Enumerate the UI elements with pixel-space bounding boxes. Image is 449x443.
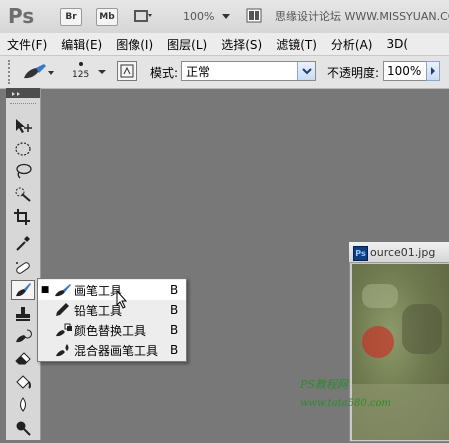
options-grip[interactable] [8, 60, 15, 84]
menu-bar: 文件(F) 编辑(E) 图像(I) 图层(L) 选择(S) 滤镜(T) 分析(A… [0, 33, 449, 56]
menu-file[interactable]: 文件(F) [0, 36, 54, 53]
opacity-slider-arrow-icon[interactable] [426, 61, 440, 81]
brush-panel-toggle-icon[interactable] [117, 61, 137, 81]
menu-filter[interactable]: 滤镜(T) [269, 36, 324, 53]
menu-analysis[interactable]: 分析(A) [324, 36, 380, 53]
flyout-label-mixer-brush: 混合器画笔工具 [74, 343, 159, 358]
mouse-cursor-icon [116, 289, 130, 310]
flyout-item-mixer-brush[interactable]: 混合器画笔工具 B [38, 340, 186, 360]
flyout-item-color-replacement[interactable]: 颜色替换工具 B [38, 320, 186, 340]
brush-icon [52, 282, 74, 298]
history-brush-tool-icon[interactable] [11, 326, 35, 346]
move-tool-icon[interactable] [11, 116, 35, 136]
zoom-dropdown-icon[interactable] [222, 14, 230, 19]
mode-label: 模式: [150, 66, 179, 80]
color-replacement-icon [52, 322, 74, 338]
opacity-input[interactable]: 100% [383, 61, 427, 81]
ellipse-marquee-tool-icon[interactable] [11, 139, 35, 159]
brush-size-label: 125 [72, 70, 90, 80]
tool-preset-picker[interactable] [20, 62, 56, 82]
crop-tool-icon[interactable] [11, 207, 35, 227]
mixer-brush-icon [52, 342, 74, 358]
lasso-tool-icon[interactable] [11, 161, 35, 181]
site-watermark-top: 思缘设计论坛 WWW.MISSYUAN.COM [275, 10, 449, 23]
flyout-shortcut-mixer-brush: B [170, 343, 179, 357]
brush-dropdown-icon[interactable] [98, 70, 106, 74]
dodge-tool-icon[interactable] [11, 417, 35, 437]
eraser-tool-icon[interactable] [11, 348, 35, 368]
site-watermark-url: www.tata580.com [300, 398, 392, 409]
mini-bridge-button[interactable]: Mb [96, 8, 118, 26]
zoom-level[interactable]: 100% [183, 10, 214, 23]
mode-select[interactable]: 正常 [181, 61, 316, 81]
view-extras-icon[interactable] [133, 8, 153, 24]
menu-edit[interactable]: 编辑(E) [54, 36, 109, 53]
bridge-button[interactable]: Br [60, 8, 82, 26]
brush-tools-flyout: ■ 画笔工具 B 铅笔工具 B 颜色替换工具 B 混合器画笔工具 B [37, 278, 187, 362]
chevron-down-icon[interactable] [297, 62, 315, 80]
toolbox-grip [10, 103, 36, 104]
flyout-item-brush[interactable]: ■ 画笔工具 B [38, 280, 186, 300]
menu-image[interactable]: 图像(I) [109, 36, 160, 53]
eyedropper-tool-icon[interactable] [11, 233, 35, 253]
arrange-documents-icon[interactable] [246, 8, 266, 24]
site-watermark-title: PS教程网 [300, 378, 348, 391]
menu-select[interactable]: 选择(S) [214, 36, 269, 53]
photoshop-document-icon: Ps [353, 246, 368, 261]
photoshop-logo: Ps [8, 4, 35, 28]
clone-stamp-tool-icon[interactable] [11, 304, 35, 324]
document-title: ource01.jpg [370, 246, 436, 259]
pencil-icon [52, 302, 74, 318]
opacity-label: 不透明度: [327, 66, 380, 80]
flyout-shortcut-brush: B [170, 283, 179, 297]
toolbox-header[interactable] [6, 88, 40, 98]
flyout-shortcut-color-replacement: B [170, 323, 179, 337]
flyout-shortcut-pencil: B [170, 303, 179, 317]
flyout-label-color-replacement: 颜色替换工具 [74, 323, 147, 338]
blur-tool-icon[interactable] [11, 395, 35, 415]
menu-layer[interactable]: 图层(L) [160, 36, 214, 53]
paint-bucket-tool-icon[interactable] [11, 372, 35, 392]
document-canvas[interactable] [352, 264, 449, 440]
quick-selection-tool-icon[interactable] [11, 184, 35, 204]
spot-healing-tool-icon[interactable] [11, 258, 35, 278]
flyout-item-pencil[interactable]: 铅笔工具 B [38, 300, 186, 320]
menu-3d[interactable]: 3D( [379, 37, 415, 51]
brush-tool-icon[interactable] [11, 280, 35, 300]
mode-value: 正常 [186, 65, 211, 79]
selected-bullet-icon: ■ [40, 285, 50, 295]
